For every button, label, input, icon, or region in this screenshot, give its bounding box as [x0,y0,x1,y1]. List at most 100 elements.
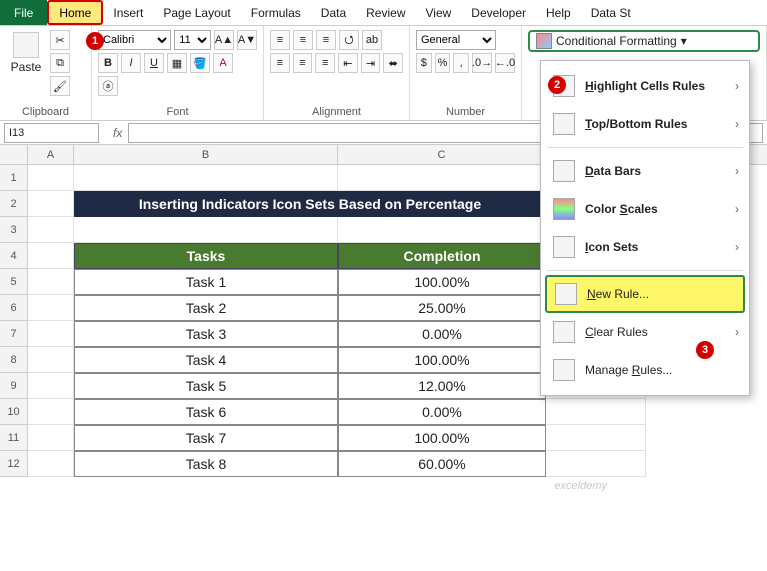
row-header[interactable]: 4 [0,243,28,269]
tab-page-layout[interactable]: Page Layout [153,0,240,25]
cell-completion[interactable]: 100.00% [338,269,546,295]
cell[interactable] [28,347,74,373]
grow-font-icon[interactable]: A▲ [214,30,234,50]
row-header[interactable]: 5 [0,269,28,295]
menu-manage-rules[interactable]: Manage Rules...Manage Rules... [541,351,749,389]
cell-task[interactable]: Task 4 [74,347,338,373]
cell[interactable] [28,243,74,269]
cell[interactable] [546,451,646,477]
tab-insert[interactable]: Insert [103,0,153,25]
phonetic-icon[interactable]: ⓐ [98,76,118,96]
cell-completion[interactable]: 100.00% [338,347,546,373]
number-format-combo[interactable]: General [416,30,496,50]
font-size-combo[interactable]: 11 [174,30,211,50]
cell[interactable] [28,399,74,425]
header-tasks[interactable]: Tasks [74,243,338,269]
cell[interactable] [28,269,74,295]
tab-file[interactable]: File [0,0,47,25]
align-left-icon[interactable]: ≡ [270,53,290,73]
cell[interactable] [28,217,74,243]
cell[interactable] [28,373,74,399]
fill-color-icon[interactable]: 🪣 [190,53,210,73]
percent-button[interactable]: % [435,53,451,73]
font-name-combo[interactable]: Calibri [98,30,171,50]
col-header-b[interactable]: B [74,145,338,164]
border-button[interactable]: ▦ [167,53,187,73]
wrap-text-button[interactable]: ab [362,30,382,50]
row-header[interactable]: 8 [0,347,28,373]
align-middle-icon[interactable]: ≡ [293,30,313,50]
cut-icon[interactable]: ✂ [50,30,70,50]
row-header[interactable]: 9 [0,373,28,399]
fx-icon[interactable]: fx [113,126,122,140]
align-bottom-icon[interactable]: ≡ [316,30,336,50]
tab-review[interactable]: Review [356,0,415,25]
row-header[interactable]: 6 [0,295,28,321]
cell[interactable] [28,191,74,217]
shrink-font-icon[interactable]: A▼ [237,30,257,50]
menu-data-bars[interactable]: Data BarsData Bars› [541,152,749,190]
italic-button[interactable]: I [121,53,141,73]
row-header[interactable]: 10 [0,399,28,425]
menu-icon-sets[interactable]: Icon SetsIcon Sets› [541,228,749,266]
cell[interactable] [74,217,338,243]
row-header[interactable]: 12 [0,451,28,477]
cell[interactable] [28,321,74,347]
col-header-a[interactable]: A [28,145,74,164]
tab-developer[interactable]: Developer [461,0,536,25]
cell-task[interactable]: Task 3 [74,321,338,347]
menu-clear-rules[interactable]: Clear RulesClear Rules› [541,313,749,351]
tab-data[interactable]: Data [311,0,356,25]
cell[interactable] [28,425,74,451]
cell-completion[interactable]: 100.00% [338,425,546,451]
cell-task[interactable]: Task 6 [74,399,338,425]
format-painter-icon[interactable]: 🖌 [50,76,70,96]
orientation-icon[interactable]: ⭯ [339,30,359,50]
cell-completion[interactable]: 25.00% [338,295,546,321]
cell[interactable] [338,165,546,191]
align-center-icon[interactable]: ≡ [293,53,313,73]
cell-task[interactable]: Task 2 [74,295,338,321]
cell[interactable] [546,425,646,451]
name-box[interactable]: I13 [4,123,99,143]
cell[interactable] [338,217,546,243]
tab-formulas[interactable]: Formulas [241,0,311,25]
conditional-formatting-button[interactable]: Conditional Formatting ▾ [528,30,760,52]
tab-home[interactable]: Home [47,0,103,25]
menu-color-scales[interactable]: Color ScalesColor Scales› [541,190,749,228]
title-cell[interactable]: Inserting Indicators Icon Sets Based on … [74,191,546,217]
cell[interactable] [28,451,74,477]
cell[interactable] [28,165,74,191]
decrease-indent-icon[interactable]: ⇤ [338,53,358,73]
tab-data-streamer[interactable]: Data St [581,0,641,25]
row-header[interactable]: 11 [0,425,28,451]
bold-button[interactable]: B [98,53,118,73]
cell-completion[interactable]: 60.00% [338,451,546,477]
currency-button[interactable]: $ [416,53,432,73]
increase-decimal-icon[interactable]: .0→ [472,53,492,73]
row-header[interactable]: 3 [0,217,28,243]
header-completion[interactable]: Completion [338,243,546,269]
menu-new-rule[interactable]: New Rule...New Rule... [545,275,745,313]
copy-icon[interactable]: ⧉ [50,53,70,73]
underline-button[interactable]: U [144,53,164,73]
menu-top-bottom-rules[interactable]: Top/Bottom RulesTop/Bottom Rules› [541,105,749,143]
cell-completion[interactable]: 0.00% [338,321,546,347]
menu-highlight-cells-rules[interactable]: HHighlight Cells Rulesighlight Cells Rul… [541,67,749,105]
tab-help[interactable]: Help [536,0,581,25]
increase-indent-icon[interactable]: ⇥ [361,53,381,73]
cell-task[interactable]: Task 5 [74,373,338,399]
cell-completion[interactable]: 12.00% [338,373,546,399]
comma-button[interactable]: , [453,53,469,73]
merge-center-icon[interactable]: ⬌ [383,53,403,73]
paste-button[interactable]: Paste [6,30,46,96]
cell-task[interactable]: Task 8 [74,451,338,477]
row-header[interactable]: 2 [0,191,28,217]
cell-completion[interactable]: 0.00% [338,399,546,425]
tab-view[interactable]: View [416,0,462,25]
cell[interactable] [546,399,646,425]
row-header[interactable]: 1 [0,165,28,191]
align-right-icon[interactable]: ≡ [315,53,335,73]
font-color-icon[interactable]: A [213,53,233,73]
cell-task[interactable]: Task 7 [74,425,338,451]
